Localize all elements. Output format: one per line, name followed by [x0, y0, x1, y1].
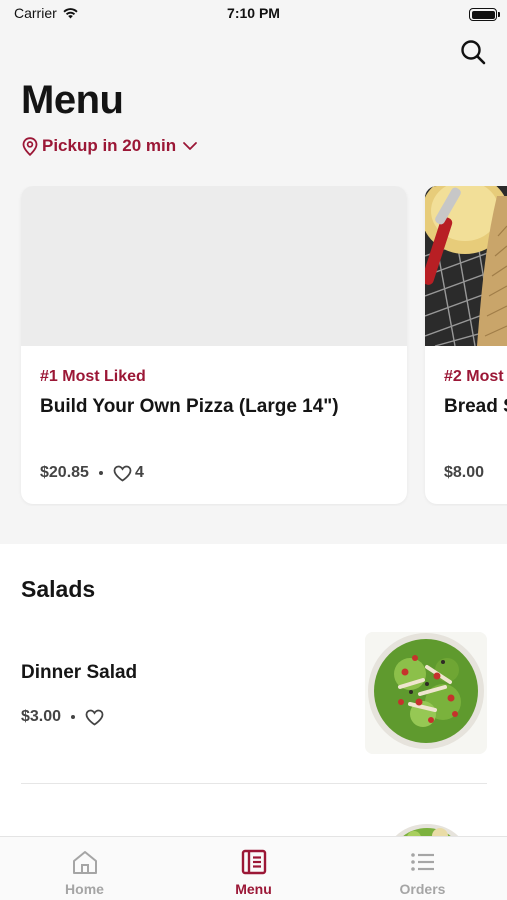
featured-card[interactable]: #1 Most Liked Build Your Own Pizza (Larg…	[21, 186, 407, 504]
section-title: Salads	[21, 576, 96, 602]
chevron-down-icon	[183, 142, 198, 150]
card-title: Bread Sticks	[444, 396, 507, 417]
card-rank: #1 Most Liked	[40, 368, 146, 385]
card-image	[425, 186, 507, 346]
tab-bar: Home Menu Orders	[0, 836, 507, 900]
tab-menu[interactable]: Menu	[169, 837, 338, 900]
status-bar: Carrier 7:10 PM	[0, 0, 507, 30]
like-count: 4	[134, 464, 144, 481]
menu-book-icon	[241, 849, 266, 875]
card-meta: $20.85 4	[40, 464, 144, 482]
item-price: $3.00	[21, 708, 62, 725]
card-price: $20.85	[40, 464, 89, 481]
tab-label: Home	[65, 881, 104, 897]
tab-label: Menu	[235, 881, 272, 897]
menu-section: Salads Dinner Salad $3.00	[0, 544, 507, 850]
home-icon	[72, 851, 97, 874]
item-image	[365, 632, 487, 754]
separator-dot	[98, 471, 103, 475]
featured-card[interactable]: #2 Most Liked Bread Sticks $8.00	[425, 186, 507, 504]
search-icon	[461, 40, 486, 65]
heart-icon	[113, 465, 132, 482]
item-meta: $3.00	[21, 708, 104, 726]
status-time: 7:10 PM	[227, 5, 280, 21]
like-button[interactable]	[85, 709, 104, 726]
card-title: Build Your Own Pizza (Large 14")	[40, 396, 339, 417]
card-rank: #2 Most Liked	[444, 368, 507, 385]
list-icon	[410, 853, 434, 871]
bread-sticks-photo	[425, 186, 507, 346]
menu-item[interactable]: Dinner Salad $3.00	[0, 628, 507, 768]
tab-orders[interactable]: Orders	[338, 837, 507, 900]
location-pin-icon	[22, 136, 38, 156]
battery-icon	[469, 8, 500, 21]
tab-home[interactable]: Home	[0, 837, 169, 900]
page-title: Menu	[21, 78, 124, 122]
separator-dot	[71, 715, 76, 719]
tab-label: Orders	[399, 881, 446, 897]
pickup-label: Pickup in 20 min	[42, 136, 177, 155]
pickup-selector[interactable]: Pickup in 20 min	[22, 136, 198, 156]
like-button[interactable]: 4	[113, 464, 144, 482]
salad-photo	[365, 632, 487, 754]
item-name: Dinner Salad	[21, 662, 138, 683]
card-price: $8.00	[444, 464, 485, 481]
divider	[21, 783, 487, 784]
heart-icon	[85, 709, 104, 726]
card-meta: $8.00	[444, 464, 484, 482]
card-image-placeholder	[21, 186, 407, 346]
search-button[interactable]	[459, 38, 487, 66]
featured-carousel[interactable]: #1 Most Liked Build Your Own Pizza (Larg…	[0, 186, 507, 506]
